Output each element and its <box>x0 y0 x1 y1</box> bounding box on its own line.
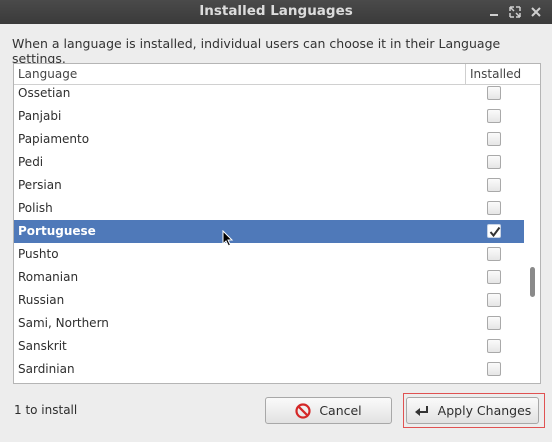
list-item[interactable]: Pushto <box>14 243 524 266</box>
installed-checkbox[interactable] <box>487 201 501 215</box>
list-item[interactable]: Romanian <box>14 266 524 289</box>
scrollbar-thumb[interactable] <box>530 267 535 297</box>
apply-changes-button[interactable]: Apply Changes <box>406 397 539 424</box>
language-name: Portuguese <box>18 224 96 238</box>
list-item[interactable]: Papiamento <box>14 128 524 151</box>
installed-checkbox[interactable] <box>487 178 501 192</box>
list-item[interactable]: Persian <box>14 174 524 197</box>
list-item[interactable]: Ossetian <box>14 82 524 105</box>
installed-checkbox[interactable] <box>487 132 501 146</box>
installed-checkbox[interactable] <box>487 339 501 353</box>
cancel-button-label: Cancel <box>319 403 362 418</box>
language-name: Pushto <box>18 247 59 261</box>
list-item[interactable]: Pedi <box>14 151 524 174</box>
language-name: Polish <box>18 201 53 215</box>
cancel-button[interactable]: Cancel <box>265 397 392 424</box>
column-header-language[interactable]: Language <box>18 67 77 81</box>
language-name: Sardinian <box>18 362 75 376</box>
list-item[interactable]: Panjabi <box>14 105 524 128</box>
language-name: Sami, Northern <box>18 316 109 330</box>
language-name: Papiamento <box>18 132 90 146</box>
list-item[interactable]: Russian <box>14 289 524 312</box>
language-name: Pedi <box>18 155 44 169</box>
cancel-circle-icon <box>295 402 311 419</box>
list-item[interactable]: Sardinian <box>14 358 524 381</box>
installed-checkbox[interactable] <box>487 224 501 238</box>
installed-checkbox[interactable] <box>487 362 501 376</box>
status-text: 1 to install <box>14 403 78 417</box>
language-name: Russian <box>18 293 65 307</box>
installed-checkbox[interactable] <box>487 270 501 284</box>
list-item[interactable]: Portuguese <box>14 220 524 243</box>
language-list[interactable]: Language Installed Ossetian Panjabi Papiam… <box>13 63 541 384</box>
return-arrow-icon <box>414 404 430 418</box>
language-name: Romanian <box>18 270 79 284</box>
column-divider <box>465 64 466 84</box>
language-name: Persian <box>18 178 62 192</box>
installed-checkbox[interactable] <box>487 155 501 169</box>
apply-changes-label: Apply Changes <box>437 403 532 418</box>
language-name: Ossetian <box>18 86 71 100</box>
installed-checkbox[interactable] <box>487 316 501 330</box>
title-bar[interactable]: Installed Languages <box>0 0 552 24</box>
installed-checkbox[interactable] <box>487 247 501 261</box>
scrollbar[interactable] <box>525 85 540 383</box>
minimize-icon[interactable] <box>486 4 502 20</box>
list-item[interactable]: Sami, Northern <box>14 312 524 335</box>
language-name: Panjabi <box>18 109 62 123</box>
installed-checkbox[interactable] <box>487 86 501 100</box>
installed-checkbox[interactable] <box>487 109 501 123</box>
description-text: When a language is installed, individual… <box>12 36 501 66</box>
maximize-icon[interactable] <box>507 4 523 20</box>
language-name: Sanskrit <box>18 339 67 353</box>
close-icon[interactable] <box>528 4 544 20</box>
mouse-pointer <box>222 229 234 251</box>
window-title: Installed Languages <box>199 3 353 19</box>
list-item[interactable]: Sanskrit <box>14 335 524 358</box>
installed-checkbox[interactable] <box>487 293 501 307</box>
column-header-installed[interactable]: Installed <box>470 67 521 81</box>
list-item[interactable]: Polish <box>14 197 524 220</box>
